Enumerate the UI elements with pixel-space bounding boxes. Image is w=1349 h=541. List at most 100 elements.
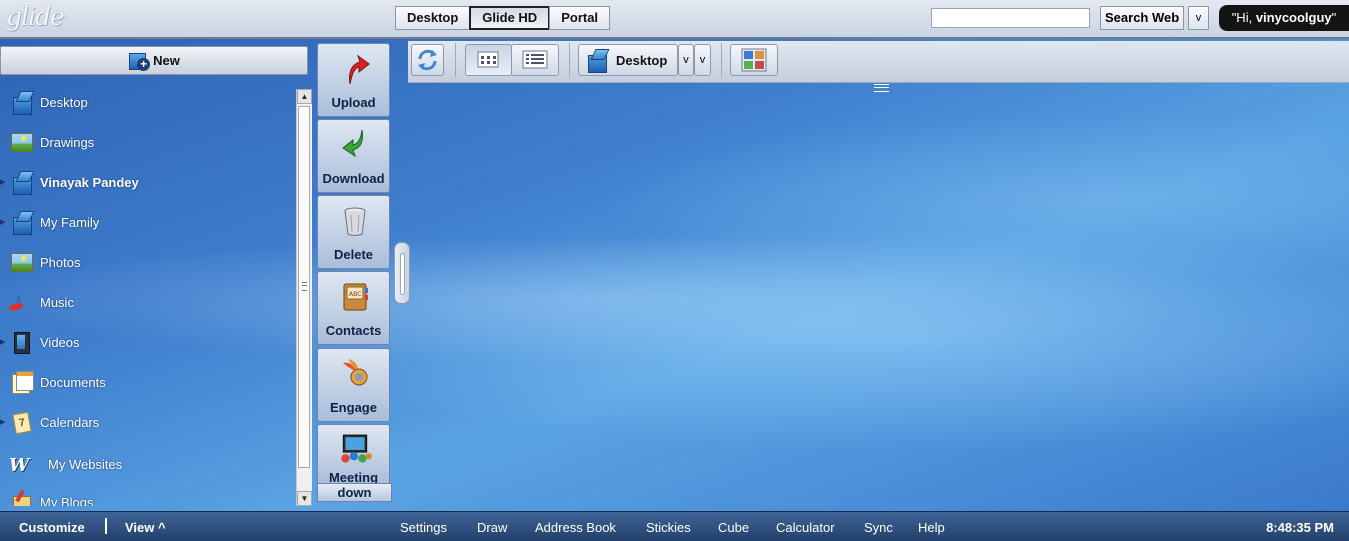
toolbar-resize-handle-icon[interactable]	[874, 84, 889, 92]
toolbar-separator	[455, 43, 456, 77]
folder-item-videos[interactable]: ▶ Videos	[0, 328, 290, 356]
engage-button[interactable]: Engage	[317, 348, 390, 422]
scrollbar-thumb[interactable]	[298, 106, 310, 468]
scroll-up-arrow-icon[interactable]: ▲	[297, 89, 312, 104]
folder-label: My Blogs	[40, 494, 94, 507]
folder-item-drawings[interactable]: Drawings	[0, 128, 290, 156]
folder-item-my-websites[interactable]: My Websites	[0, 450, 290, 478]
folder-label: Documents	[40, 374, 106, 390]
panel-splitter-handle[interactable]	[394, 242, 410, 304]
location-history-dropdown-button[interactable]: v	[694, 44, 711, 76]
folder-item-photos[interactable]: Photos	[0, 248, 290, 276]
documents-icon	[9, 370, 34, 394]
folder-item-music[interactable]: Music	[0, 287, 290, 316]
address-book-icon: ABC	[343, 283, 368, 311]
location-selector[interactable]: Desktop	[578, 44, 678, 76]
top-bar: glide Desktop Glide HD Portal Search Web…	[0, 0, 1349, 39]
expand-arrow-icon[interactable]: ▶	[0, 338, 8, 346]
scrollbar-grip-icon	[302, 282, 307, 291]
user-greeting[interactable]: "Hi, vinycoolguy"	[1219, 5, 1349, 31]
desktop-folder-icon	[9, 210, 33, 235]
folder-item-desktop[interactable]: Desktop	[0, 88, 290, 116]
upload-label: Upload	[331, 95, 376, 110]
action-scroll-down-button[interactable]: down	[317, 483, 392, 502]
trash-icon	[344, 207, 366, 236]
upload-button[interactable]: Upload	[317, 43, 390, 117]
taskbar-link-cube[interactable]: Cube	[718, 520, 749, 535]
contacts-label: Contacts	[325, 323, 382, 338]
meeting-button[interactable]: Meeting	[317, 424, 390, 485]
expand-arrow-icon[interactable]: ▶	[0, 218, 8, 226]
thumbnail-view-button[interactable]	[730, 44, 778, 76]
download-label: Download	[322, 171, 385, 186]
download-button[interactable]: Download	[317, 119, 390, 193]
film-icon	[9, 330, 33, 354]
folder-label: Music	[40, 294, 74, 310]
website-icon	[9, 452, 41, 476]
top-nav-tabs: Desktop Glide HD Portal	[395, 6, 611, 30]
icon-view-button[interactable]	[465, 44, 512, 76]
folder-item-vinayak-pandey[interactable]: ▶ Vinayak Pandey	[0, 168, 290, 196]
search-web-button[interactable]: Search Web	[1100, 6, 1185, 30]
list-view-button[interactable]	[511, 44, 559, 76]
folder-label: Desktop	[40, 94, 88, 110]
desktop-folder-icon	[9, 170, 33, 195]
image-folder-icon	[9, 250, 33, 274]
folder-label: Videos	[40, 334, 80, 350]
greeting-prefix: "Hi,	[1231, 10, 1256, 25]
tab-glide-hd[interactable]: Glide HD	[469, 6, 551, 30]
view-menu-button[interactable]: View ^	[125, 520, 166, 535]
folder-label: My Websites	[48, 456, 123, 472]
new-folder-icon	[128, 50, 151, 72]
taskbar-link-sync[interactable]: Sync	[864, 520, 893, 535]
grid-view-icon	[477, 51, 499, 68]
image-folder-icon	[9, 130, 33, 154]
taskbar-link-settings[interactable]: Settings	[400, 520, 447, 535]
folder-label: Vinayak Pandey	[40, 174, 139, 190]
folder-list-scrollbar[interactable]: ▲ ▼	[296, 89, 312, 506]
calendar-icon	[9, 410, 33, 434]
search-engine-dropdown[interactable]: v	[1188, 6, 1209, 30]
thumbnails-icon	[741, 48, 767, 72]
taskbar-link-stickies[interactable]: Stickies	[646, 520, 691, 535]
folder-item-my-blogs[interactable]: My Blogs	[0, 488, 290, 506]
taskbar-clock: 8:48:35 PM	[1266, 520, 1334, 535]
bottom-taskbar: Customize View ^ Settings Draw Address B…	[0, 511, 1349, 541]
folder-item-my-family[interactable]: ▶ My Family	[0, 208, 290, 236]
folder-list: Desktop Drawings ▶ Vinayak Pandey ▶ My F…	[0, 86, 296, 506]
upload-arrow-icon	[349, 54, 370, 85]
expand-arrow-icon[interactable]: ▶	[0, 178, 8, 186]
svg-text:ABC: ABC	[349, 291, 361, 298]
refresh-button[interactable]	[411, 44, 444, 76]
new-button[interactable]: New	[0, 46, 308, 75]
scroll-down-arrow-icon[interactable]: ▼	[297, 491, 312, 506]
taskbar-link-help[interactable]: Help	[918, 520, 945, 535]
folder-label: Drawings	[40, 134, 95, 150]
greeting-username: vinycoolguy	[1255, 10, 1332, 25]
greeting-suffix: "	[1331, 10, 1337, 25]
expand-arrow-icon[interactable]: ▶	[0, 418, 8, 426]
location-dropdown-button[interactable]: v	[678, 44, 694, 76]
taskbar-link-address-book[interactable]: Address Book	[535, 520, 616, 535]
web-search-input[interactable]	[931, 8, 1090, 28]
delete-button[interactable]: Delete	[317, 195, 390, 269]
engage-icon	[343, 359, 368, 386]
desktop-toolbar: Desktop v v	[408, 41, 1349, 83]
toolbar-separator	[721, 43, 722, 77]
engage-label: Engage	[330, 400, 377, 415]
desktop-folder-icon	[584, 48, 608, 73]
folder-label: Photos	[40, 254, 81, 270]
customize-button[interactable]: Customize	[19, 520, 85, 535]
glide-logo[interactable]: glide	[6, 2, 65, 31]
new-button-label: New	[153, 53, 180, 68]
toolbar-separator	[569, 43, 570, 77]
taskbar-link-draw[interactable]: Draw	[477, 520, 507, 535]
list-view-icon	[522, 50, 548, 69]
tab-portal[interactable]: Portal	[549, 6, 611, 30]
folder-item-documents[interactable]: Documents	[0, 368, 290, 396]
contacts-button[interactable]: ABC Contacts	[317, 271, 390, 345]
tab-desktop[interactable]: Desktop	[395, 6, 471, 30]
folder-item-calendars[interactable]: ▶ Calendars	[0, 408, 290, 436]
refresh-icon	[418, 49, 437, 71]
taskbar-link-calculator[interactable]: Calculator	[776, 520, 835, 535]
